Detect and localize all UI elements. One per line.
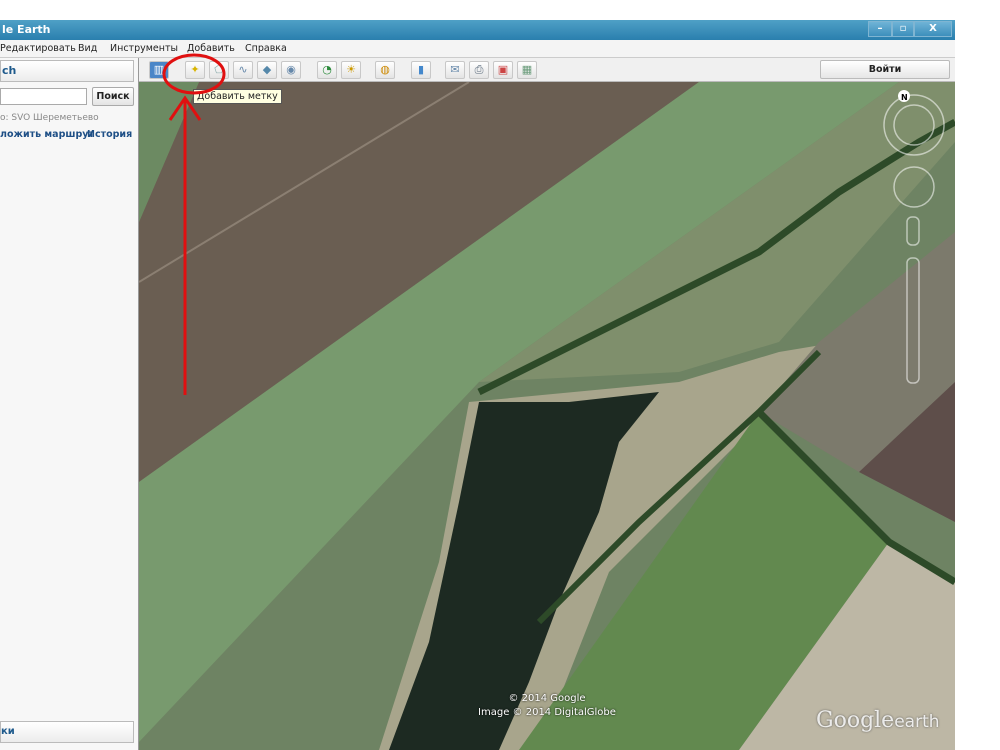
left-panel: ch Поиск о: SVO Шереметьево ложить маршр… <box>0 58 139 750</box>
menu-help[interactable]: Справка <box>245 43 287 54</box>
search-tab[interactable]: ch <box>0 60 134 82</box>
minimize-button[interactable]: – <box>868 21 892 37</box>
sidebar-icon[interactable]: ▥ <box>149 61 169 79</box>
menu-bar: Редактировать Вид Инструменты Добавить С… <box>0 40 955 58</box>
planet-icon[interactable]: ◍ <box>375 61 395 79</box>
sun-icon[interactable]: ☀ <box>341 61 361 79</box>
tooltip: Добавить метку <box>193 89 282 104</box>
restore-button[interactable]: ▫ <box>892 21 914 37</box>
map-view[interactable]: N © 2014 Google Image © 2014 DigitalGlob… <box>139 82 955 750</box>
email-icon[interactable]: ✉ <box>445 61 465 79</box>
search-hint: о: SVO Шереметьево <box>0 113 99 123</box>
menu-view[interactable]: Вид <box>78 43 97 54</box>
google-earth-logo: Googleearth <box>816 708 940 733</box>
window-title: le Earth <box>2 23 51 36</box>
placemark-icon[interactable]: ✦ <box>185 61 205 79</box>
tour-icon[interactable]: ◉ <box>281 61 301 79</box>
kml-icon[interactable]: ▦ <box>517 61 537 79</box>
search-button[interactable]: Поиск <box>92 87 134 106</box>
title-bar: le Earth – ▫ X <box>0 20 955 40</box>
search-input[interactable] <box>0 88 87 105</box>
overlay-icon[interactable]: ◆ <box>257 61 277 79</box>
close-button[interactable]: X <box>914 21 952 37</box>
copyright-digitalglobe: Image © 2014 DigitalGlobe <box>478 707 616 718</box>
copyright-google: © 2014 Google <box>508 693 586 704</box>
toolbar: ▥ ✦ ⬠ ∿ ◆ ◉ ◔ ☀ ◍ ▮ ✉ ⎙ ▣ ▦ Войти <box>139 58 955 82</box>
polygon-icon[interactable]: ⬠ <box>209 61 229 79</box>
menu-tools[interactable]: Инструменты <box>110 43 178 54</box>
menu-add[interactable]: Добавить <box>187 43 235 54</box>
menu-edit[interactable]: Редактировать <box>0 43 76 54</box>
history-link[interactable]: История <box>87 129 132 140</box>
compass-north-label: N <box>901 93 908 102</box>
print-icon[interactable]: ⎙ <box>469 61 489 79</box>
places-tab[interactable]: ки <box>0 721 134 743</box>
google-maps-icon[interactable]: ▣ <box>493 61 513 79</box>
login-button[interactable]: Войти <box>820 60 950 79</box>
ruler-icon[interactable]: ▮ <box>411 61 431 79</box>
path-icon[interactable]: ∿ <box>233 61 253 79</box>
route-link[interactable]: ложить маршрут <box>0 129 94 140</box>
history-icon[interactable]: ◔ <box>317 61 337 79</box>
satellite-imagery: N <box>139 82 955 750</box>
